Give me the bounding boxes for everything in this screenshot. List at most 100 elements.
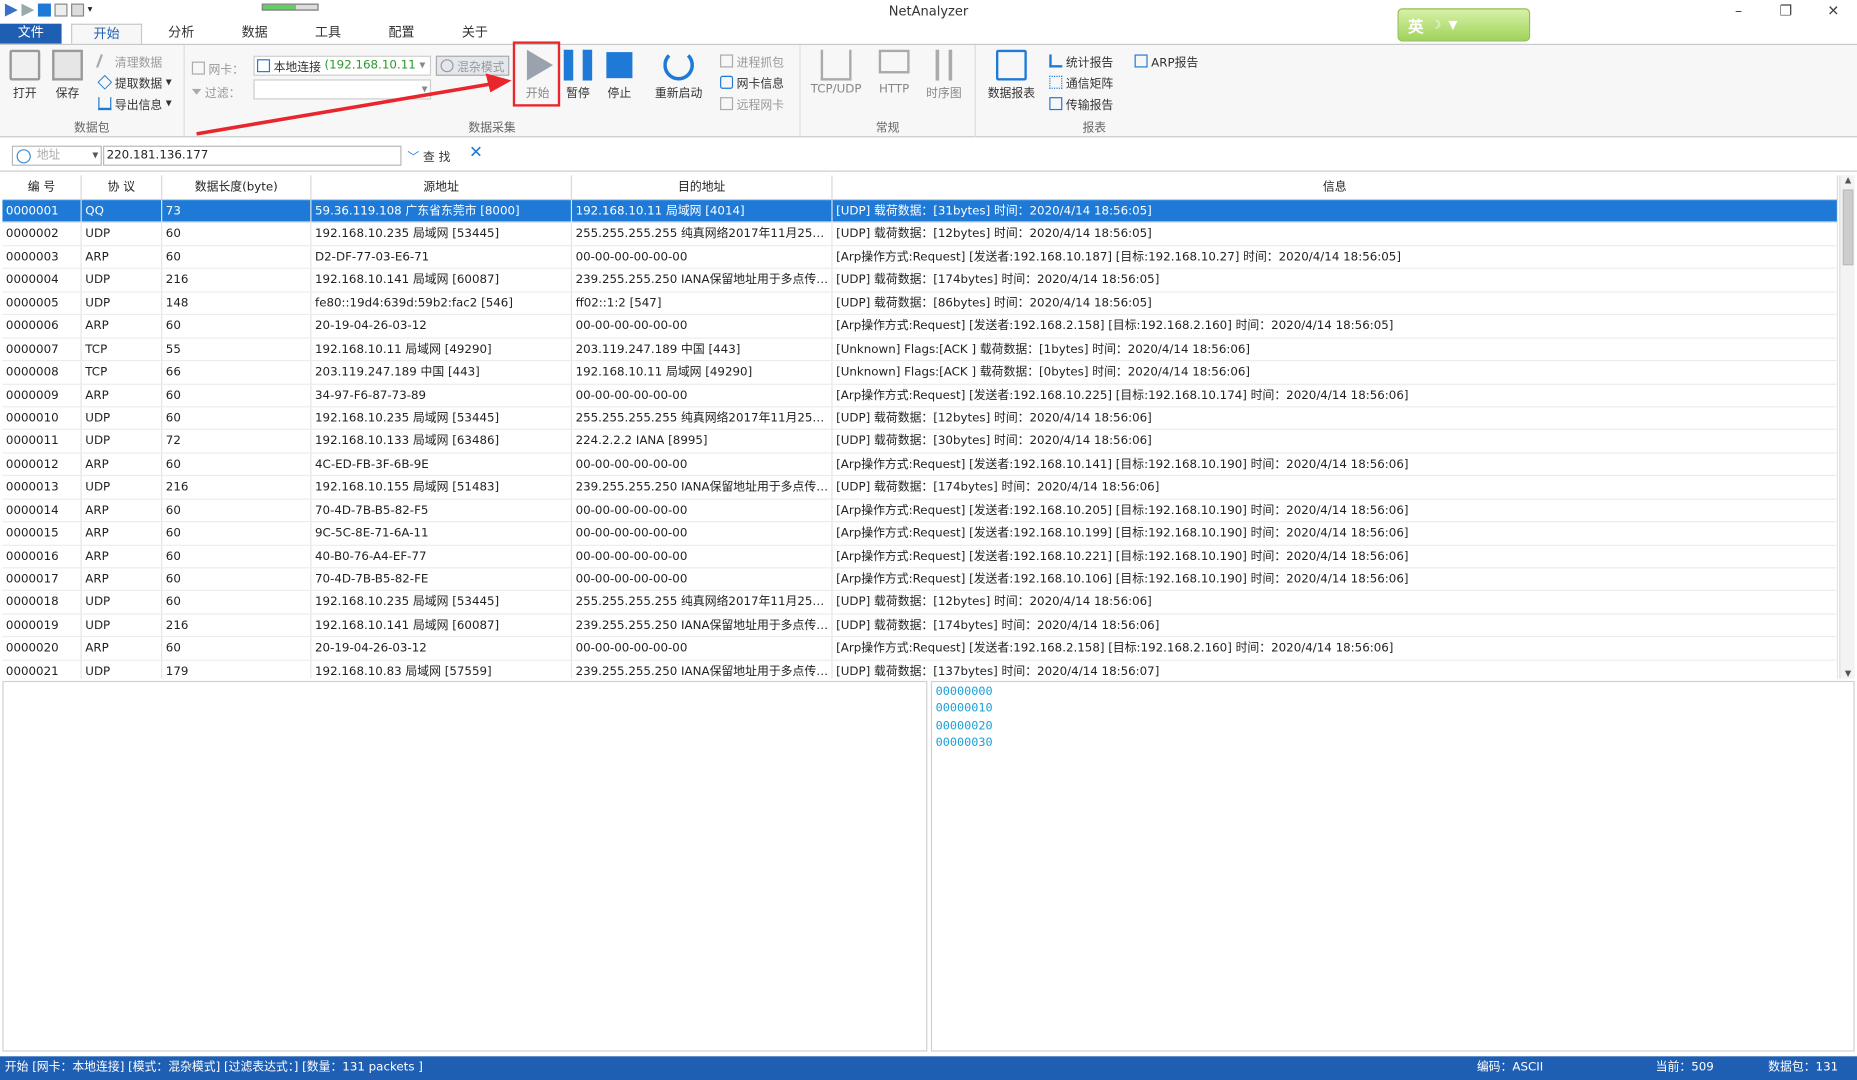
table-row[interactable]: 0000017 ARP 60 70-4D-7B-B5-82-FE 00-00-00-00… — [2, 568, 1839, 592]
export-info-button[interactable]: 导出信息 ▾ — [98, 95, 172, 112]
open-button[interactable]: 打开 — [5, 49, 45, 101]
table-row[interactable]: 0000019 UDP 216 192.168.10.141 局域网 [60087] 2… — [2, 614, 1839, 638]
address-type-label: 地址 — [36, 149, 61, 163]
cell-info: [Arp操作方式:Request] [发送者:192.168.10.187] [… — [833, 246, 1839, 269]
maximize-button[interactable]: ❐ — [1762, 0, 1809, 24]
save-label: 保存 — [55, 87, 80, 101]
cell-info: [Arp操作方式:Request] [发送者:192.168.10.199] [… — [833, 522, 1839, 545]
tab-config[interactable]: 配置 — [367, 24, 436, 44]
packet-detail-pane[interactable] — [2, 680, 928, 1052]
data-report-button[interactable]: 数据报表 — [983, 49, 1040, 101]
cell-length: 60 — [162, 246, 312, 269]
scroll-up-icon[interactable]: ▲ — [1840, 175, 1855, 184]
data-report-label: 数据报表 — [987, 87, 1036, 101]
timing-button[interactable]: 时序图 — [924, 49, 964, 101]
table-row[interactable]: 0000004 UDP 216 192.168.10.141 局域网 [60087] 2… — [2, 269, 1839, 293]
tab-file[interactable]: 文件 — [0, 23, 62, 44]
col-header-protocol[interactable]: 协 议 — [82, 175, 163, 199]
address-input[interactable]: 220.181.136.177 — [103, 145, 402, 166]
table-row[interactable]: 0000011 UDP 72 192.168.10.133 局域网 [63486] 22… — [2, 430, 1839, 454]
table-row[interactable]: 0000021 UDP 179 192.168.10.83 局域网 [57559] 23… — [2, 660, 1839, 679]
restart-label: 重新启动 — [654, 87, 703, 101]
table-scrollbar[interactable]: ▲ ▼ — [1839, 175, 1855, 679]
monitor-icon — [256, 59, 271, 73]
cell-source: 192.168.10.83 局域网 [57559] — [311, 660, 573, 679]
cell-source: 192.168.10.235 局域网 [53445] — [311, 223, 573, 245]
promisc-mode-button[interactable]: 混杂模式 — [435, 55, 510, 76]
save-button[interactable]: 保存 — [47, 49, 87, 101]
cell-length: 148 — [162, 292, 312, 315]
extract-data-button[interactable]: 提取数据 ▾ — [97, 73, 172, 91]
tab-tools[interactable]: 工具 — [294, 24, 363, 44]
transfer-report-label: 传输报告 — [1065, 99, 1114, 113]
remote-nic-label: 远程网卡 — [736, 99, 785, 113]
close-button[interactable]: ✕ — [1810, 0, 1857, 24]
table-row[interactable]: 0000002 UDP 60 192.168.10.235 局域网 [53445] 25… — [2, 223, 1839, 247]
stat-report-button[interactable]: 统计报告 — [1049, 52, 1113, 70]
find-button[interactable]: ﹀ 查 找 — [407, 147, 450, 165]
group-capture: 网卡： 本地连接 (192.168.10.11 ▾ 混杂模式 过滤： ▾ 开始 … — [185, 44, 801, 138]
arp-report-button[interactable]: ARP报告 — [1134, 52, 1198, 70]
table-row[interactable]: 0000006 ARP 60 20-19-04-26-03-12 00-00-00-00… — [2, 315, 1839, 339]
nic-info-button[interactable]: 网卡信息 — [720, 73, 784, 91]
http-button[interactable]: HTTP — [874, 49, 914, 96]
table-row[interactable]: 0000015 ARP 60 9C-5C-8E-71-6A-11 00-00-00-00… — [2, 522, 1839, 546]
cell-source: 59.36.119.108 广东省东莞市 [8000] — [311, 200, 573, 222]
nic-select[interactable]: 本地连接 (192.168.10.11 ▾ — [253, 55, 432, 76]
cell-info: [UDP] 载荷数据：[30bytes] 时间：2020/4/14 18:56:… — [833, 430, 1839, 453]
cell-protocol: ARP — [82, 315, 163, 338]
table-row[interactable]: 0000018 UDP 60 192.168.10.235 局域网 [53445] 25… — [2, 591, 1839, 615]
table-row[interactable]: 0000013 UDP 216 192.168.10.155 局域网 [51483] 2… — [2, 476, 1839, 500]
col-header-number[interactable]: 编 号 — [2, 175, 82, 199]
status-current: 当前：509 — [1655, 1061, 1714, 1075]
cell-length: 66 — [162, 361, 312, 384]
table-row[interactable]: 0000008 TCP 66 203.119.247.189 中国 [443] 192.… — [2, 361, 1839, 385]
table-row[interactable]: 0000001 QQ 73 59.36.119.108 广东省东莞市 [8000] 19… — [2, 200, 1839, 224]
col-header-destination[interactable]: 目的地址 — [572, 175, 833, 199]
cube-icon — [97, 74, 113, 90]
table-row[interactable]: 0000009 ARP 60 34-97-F6-87-73-89 00-00-00-00… — [2, 384, 1839, 408]
tab-data[interactable]: 数据 — [220, 24, 289, 44]
col-header-info[interactable]: 信息 — [833, 175, 1839, 199]
tab-about[interactable]: 关于 — [441, 24, 510, 44]
hex-view-pane[interactable]: 00000000 00000010 00000020 00000030 — [930, 680, 1855, 1052]
tab-analysis[interactable]: 分析 — [147, 24, 216, 44]
tcpudp-button[interactable]: TCP/UDP — [808, 49, 865, 96]
scroll-down-icon[interactable]: ▼ — [1840, 669, 1855, 678]
transfer-report-button[interactable]: 传输报告 — [1049, 95, 1114, 113]
filter-input[interactable]: ▾ — [253, 79, 432, 100]
stop-button[interactable]: 停止 — [599, 50, 639, 101]
comm-matrix-button[interactable]: 通信矩阵 — [1049, 73, 1113, 91]
stop-label: 停止 — [607, 87, 632, 101]
cell-info: [UDP] 载荷数据：[174bytes] 时间：2020/4/14 18:56… — [833, 476, 1839, 499]
col-header-source[interactable]: 源地址 — [311, 175, 573, 199]
table-row[interactable]: 0000016 ARP 60 40-B0-76-A4-EF-77 00-00-00-00… — [2, 545, 1839, 569]
table-row[interactable]: 0000012 ARP 60 4C-ED-FB-3F-6B-9E 00-00-00-00… — [2, 453, 1839, 477]
process-capture-button[interactable]: 进程抓包 — [720, 52, 784, 70]
cell-length: 60 — [162, 522, 312, 545]
scroll-thumb[interactable] — [1842, 189, 1854, 266]
group-report: 数据报表 统计报告 通信矩阵 传输报告 ARP报告 报表 — [976, 45, 1213, 137]
table-row[interactable]: 0000010 UDP 60 192.168.10.235 局域网 [53445] 25… — [2, 407, 1839, 431]
tab-home[interactable]: 开始 — [71, 23, 143, 44]
cell-protocol: QQ — [82, 200, 163, 222]
cell-number: 0000021 — [2, 660, 82, 679]
cell-destination: 239.255.255.250 IANA保留地址用于多点传送... — [572, 269, 833, 292]
table-row[interactable]: 0000020 ARP 60 20-19-04-26-03-12 00-00-00-00… — [2, 637, 1839, 661]
cell-source: 192.168.10.235 局域网 [53445] — [311, 591, 573, 614]
table-row[interactable]: 0000003 ARP 60 D2-DF-77-03-E6-71 00-00-00-00… — [2, 246, 1839, 270]
cell-protocol: UDP — [82, 269, 163, 292]
table-row[interactable]: 0000005 UDP 148 fe80::19d4:639d:59b2:fac2 [… — [2, 292, 1839, 316]
clear-filter-icon[interactable]: ✕ — [469, 143, 483, 162]
col-header-length[interactable]: 数据长度(byte) — [162, 175, 312, 199]
nic-info-label: 网卡信息 — [736, 78, 785, 92]
table-row[interactable]: 0000007 TCP 55 192.168.10.11 局域网 [49290] 203… — [2, 338, 1839, 362]
cell-info: [Arp操作方式:Request] [发送者:192.168.2.158] [目… — [833, 315, 1839, 338]
clear-data-button[interactable]: 清理数据 — [95, 52, 162, 70]
minimize-button[interactable]: – — [1715, 0, 1762, 24]
table-row[interactable]: 0000014 ARP 60 70-4D-7B-B5-82-F5 00-00-00-00… — [2, 499, 1839, 523]
address-type-select[interactable]: 地址 ▾ — [11, 145, 102, 166]
remote-nic-button[interactable]: 远程网卡 — [720, 95, 785, 113]
restart-button[interactable]: 重新启动 — [649, 49, 708, 101]
pause-button[interactable]: 暂停 — [558, 49, 598, 101]
